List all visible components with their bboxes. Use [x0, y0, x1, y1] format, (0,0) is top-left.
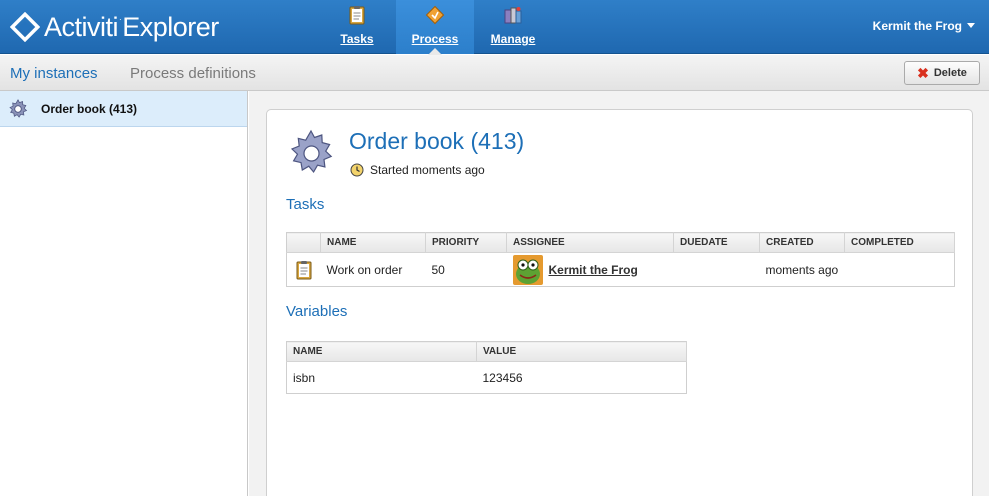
tasks-table: NAME PRIORITY ASSIGNEE DUEDATE CREATED C…	[286, 232, 955, 287]
clock-icon	[350, 163, 364, 177]
column-header[interactable]: COMPLETED	[844, 232, 955, 253]
nav-manage-label: Manage	[490, 32, 536, 46]
column-header[interactable]: PRIORITY	[425, 232, 507, 253]
main-nav: Tasks Process Manage	[318, 0, 552, 55]
tab-process-definitions[interactable]: Process definitions	[130, 65, 256, 82]
table-header-row: NAME PRIORITY ASSIGNEE DUEDATE CREATED C…	[286, 232, 955, 253]
variables-section-title: Variables	[286, 303, 348, 320]
process-instance-card: Order book (413) Started moments ago Tas…	[266, 109, 973, 496]
task-duedate	[674, 253, 760, 287]
column-header[interactable]: ASSIGNEE	[506, 232, 674, 253]
column-header[interactable]: DUEDATE	[673, 232, 760, 253]
column-header[interactable]: VALUE	[476, 341, 687, 362]
variable-value: 123456	[482, 370, 523, 385]
tab-my-instances[interactable]: My instances	[10, 65, 98, 82]
app-title: Activiti·Explorer	[44, 11, 219, 42]
app-logo[interactable]: Activiti·Explorer	[9, 10, 219, 44]
delete-button[interactable]: ✖ Delete	[904, 61, 980, 85]
manage-icon	[504, 7, 522, 24]
column-header[interactable]: NAME	[320, 232, 426, 253]
process-diamond-icon	[425, 5, 445, 25]
column-header[interactable]: NAME	[286, 341, 477, 362]
variable-name: isbn	[293, 370, 316, 385]
variables-table: NAME VALUE isbn 123456	[286, 341, 687, 394]
gear-icon	[9, 98, 28, 118]
top-header: Activiti·Explorer Tasks Process Manage K…	[0, 0, 989, 55]
table-header-row: NAME VALUE	[286, 341, 687, 362]
task-completed	[845, 253, 955, 287]
list-item-label: Order book (413)	[41, 101, 138, 116]
task-assignee-cell: Kermit the Frog	[507, 253, 674, 287]
process-gear-icon	[290, 129, 333, 174]
task-icon-cell	[287, 253, 321, 287]
nav-process[interactable]: Process	[396, 0, 474, 55]
table-row[interactable]: isbn 123456	[287, 362, 687, 394]
sub-toolbar: My instances Process definitions ✖ Delet…	[0, 55, 989, 91]
activiti-logo-icon	[9, 11, 41, 43]
clipboard-icon	[296, 260, 312, 279]
delete-button-label: Delete	[933, 67, 967, 79]
list-item-order-book[interactable]: Order book (413)	[0, 91, 247, 127]
nav-tasks-label: Tasks	[340, 32, 374, 46]
started-text: Started moments ago	[370, 163, 485, 177]
assignee-link[interactable]: Kermit the Frog	[549, 263, 638, 277]
user-menu[interactable]: Kermit the Frog	[873, 19, 975, 33]
started-status: Started moments ago	[350, 163, 485, 177]
table-row[interactable]: Work on order 50 Kermit the Frog moments…	[287, 253, 955, 287]
tasks-section-title: Tasks	[286, 196, 325, 213]
chevron-down-icon	[967, 23, 975, 28]
task-created: moments ago	[765, 262, 839, 277]
nav-process-label: Process	[411, 32, 459, 46]
avatar	[512, 254, 543, 285]
task-priority: 50	[431, 262, 445, 277]
nav-tasks[interactable]: Tasks	[318, 0, 396, 54]
column-header[interactable]: CREATED	[759, 232, 845, 253]
page-title: Order book (413)	[349, 128, 525, 154]
clipboard-icon	[349, 6, 365, 25]
icon-column-header	[286, 232, 321, 253]
delete-x-icon: ✖	[917, 65, 929, 81]
task-name: Work on order	[326, 262, 403, 277]
user-name: Kermit the Frog	[872, 19, 962, 33]
instance-list: Order book (413)	[0, 91, 248, 496]
detail-pane: Order book (413) Started moments ago Tas…	[249, 91, 989, 496]
nav-manage[interactable]: Manage	[474, 0, 552, 54]
